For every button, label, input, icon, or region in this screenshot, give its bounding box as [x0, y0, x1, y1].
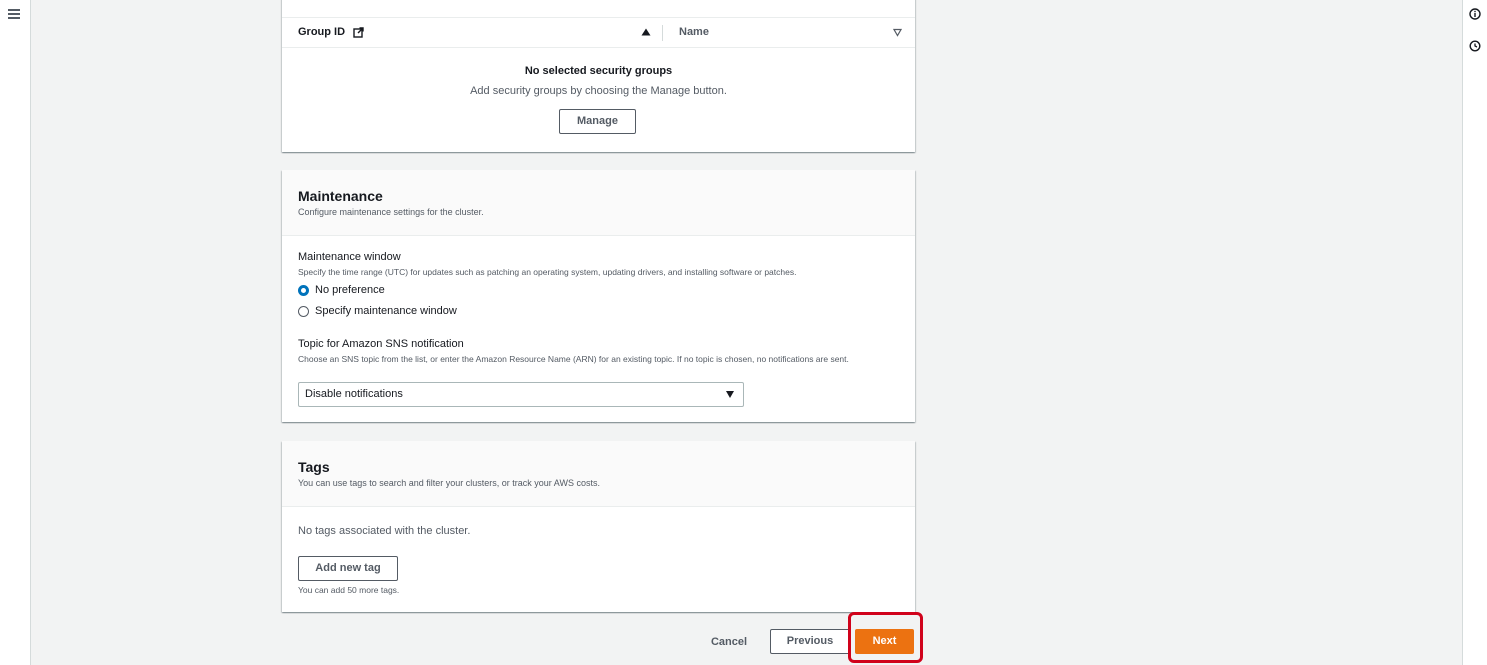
tags-limit-hint: You can add 50 more tags. — [298, 585, 400, 595]
left-navigation-rail — [0, 0, 31, 665]
caret-down-icon — [726, 391, 734, 398]
tags-panel: Tags You can use tags to search and filt… — [282, 441, 915, 612]
tags-description: You can use tags to search and filter yo… — [298, 478, 600, 488]
security-groups-panel: Group ID Name No selected security group… — [282, 0, 915, 152]
add-new-tag-button[interactable]: Add new tag — [298, 556, 398, 581]
info-icon[interactable] — [1469, 8, 1481, 20]
maintenance-window-label: Maintenance window — [298, 251, 401, 263]
sort-ascending-icon[interactable] — [641, 27, 651, 37]
right-tools-rail — [1462, 0, 1487, 665]
sns-topic-label: Topic for Amazon SNS notification — [298, 338, 464, 350]
hamburger-menu-icon[interactable] — [8, 9, 20, 19]
maintenance-description: Configure maintenance settings for the c… — [298, 207, 484, 217]
column-divider[interactable] — [662, 25, 663, 41]
column-header-group-id[interactable]: Group ID — [298, 26, 364, 38]
cancel-button[interactable]: Cancel — [700, 630, 758, 654]
radio-no-preference-label: No preference — [315, 284, 385, 296]
sns-topic-select[interactable]: Disable notifications — [298, 382, 744, 407]
manage-button[interactable]: Manage — [559, 109, 636, 134]
radio-specify-window-label: Specify maintenance window — [315, 305, 457, 317]
tags-title: Tags — [298, 459, 330, 475]
maintenance-window-description: Specify the time range (UTC) for updates… — [298, 267, 797, 277]
empty-state-title: No selected security groups — [524, 65, 673, 77]
column-header-group-id-label: Group ID — [298, 26, 346, 38]
empty-state-description: Add security groups by choosing the Mana… — [470, 85, 727, 97]
tags-panel-header: Tags You can use tags to search and filt… — [282, 441, 915, 507]
sns-topic-description: Choose an SNS topic from the list, or en… — [298, 354, 849, 364]
history-icon[interactable] — [1469, 40, 1481, 52]
radio-selected-icon[interactable] — [298, 284, 309, 296]
sns-topic-select-value: Disable notifications — [305, 388, 403, 400]
column-header-name[interactable]: Name — [679, 26, 709, 38]
maintenance-panel-header: Maintenance Configure maintenance settin… — [282, 170, 915, 236]
external-link-icon[interactable] — [353, 26, 364, 38]
no-tags-message: No tags associated with the cluster. — [298, 525, 471, 537]
previous-button[interactable]: Previous — [770, 629, 850, 654]
next-button[interactable]: Next — [855, 629, 914, 654]
security-groups-table-header: Group ID Name — [282, 17, 915, 48]
radio-unselected-icon[interactable] — [298, 305, 309, 317]
radio-specify-window[interactable]: Specify maintenance window — [298, 305, 457, 317]
maintenance-title: Maintenance — [298, 188, 383, 204]
radio-no-preference[interactable]: No preference — [298, 284, 385, 296]
maintenance-panel: Maintenance Configure maintenance settin… — [282, 170, 915, 422]
sort-descending-icon[interactable] — [893, 28, 902, 37]
